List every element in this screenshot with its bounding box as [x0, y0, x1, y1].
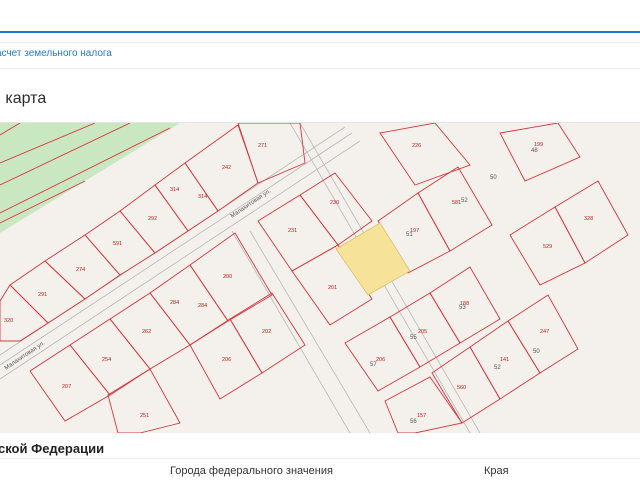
house-number: 50	[490, 175, 497, 181]
lot-number: 328	[584, 216, 593, 222]
lot-number: 141	[500, 357, 509, 363]
lot-number: 226	[412, 143, 421, 149]
land-tax-calculation-link[interactable]: асчет земельного налога	[0, 48, 112, 59]
house-number: 55	[410, 335, 417, 341]
house-number: 51	[406, 232, 413, 238]
lot-number: 206	[222, 357, 231, 363]
lot-number: 201	[328, 285, 337, 291]
lot-number: 247	[540, 329, 549, 335]
house-number: 53	[459, 305, 466, 311]
lot-number: 157	[417, 413, 426, 419]
lot-number: 271	[258, 143, 267, 149]
lot-number: 205	[418, 329, 427, 335]
federal-cities-column[interactable]: Города федерального значения	[170, 465, 333, 477]
lot-number: 314	[198, 194, 207, 200]
regions-heading: йской Федерации	[0, 441, 105, 456]
section-title: и карта	[0, 90, 47, 107]
lot-number: 314	[170, 187, 179, 193]
lot-number: 274	[76, 267, 85, 273]
lot-number: 320	[4, 318, 13, 324]
lot-number: 200	[223, 274, 232, 280]
map-canvas[interactable]: Малахитовая ул. Малахитовая ул. 271 242 …	[0, 123, 640, 433]
lot-number: 291	[38, 292, 47, 298]
lot-number: 284	[170, 300, 179, 306]
lot-number: 251	[140, 413, 149, 419]
divider	[0, 68, 640, 69]
lot-number: 560	[457, 385, 466, 391]
street-label: Малахитовая ул.	[4, 340, 47, 371]
divider	[0, 458, 640, 459]
top-accent-line	[0, 31, 640, 33]
lot-number: 207	[62, 384, 71, 390]
lot-number: 242	[222, 165, 231, 171]
lot-number: 262	[142, 329, 151, 335]
house-number: 50	[533, 349, 540, 355]
house-number: 57	[370, 362, 377, 368]
lot-number: 529	[543, 244, 552, 250]
house-numbers: 48 50 52 51 53 55 57 50 52 56	[370, 148, 540, 425]
house-number: 52	[461, 198, 468, 204]
lot-number: 231	[288, 228, 297, 234]
top-navigation-bar	[0, 0, 640, 33]
street-label: Малахитовая ул.	[230, 188, 273, 219]
lot-number: 230	[330, 200, 339, 206]
cadastral-map[interactable]: Малахитовая ул. Малахитовая ул. 271 242 …	[0, 122, 640, 433]
lot-number: 292	[148, 216, 157, 222]
house-number: 48	[531, 148, 538, 154]
lot-number: 591	[113, 241, 122, 247]
krai-column[interactable]: Края	[484, 465, 509, 477]
lot-number: 202	[262, 329, 271, 335]
lot-number: 284	[198, 303, 207, 309]
selected-parcel[interactable]	[335, 222, 411, 296]
lot-number: 206	[376, 357, 385, 363]
divider	[0, 42, 640, 43]
house-number: 56	[410, 419, 417, 425]
lot-number: 254	[102, 357, 111, 363]
house-number: 52	[494, 365, 501, 371]
lot-number: 581	[452, 200, 461, 206]
